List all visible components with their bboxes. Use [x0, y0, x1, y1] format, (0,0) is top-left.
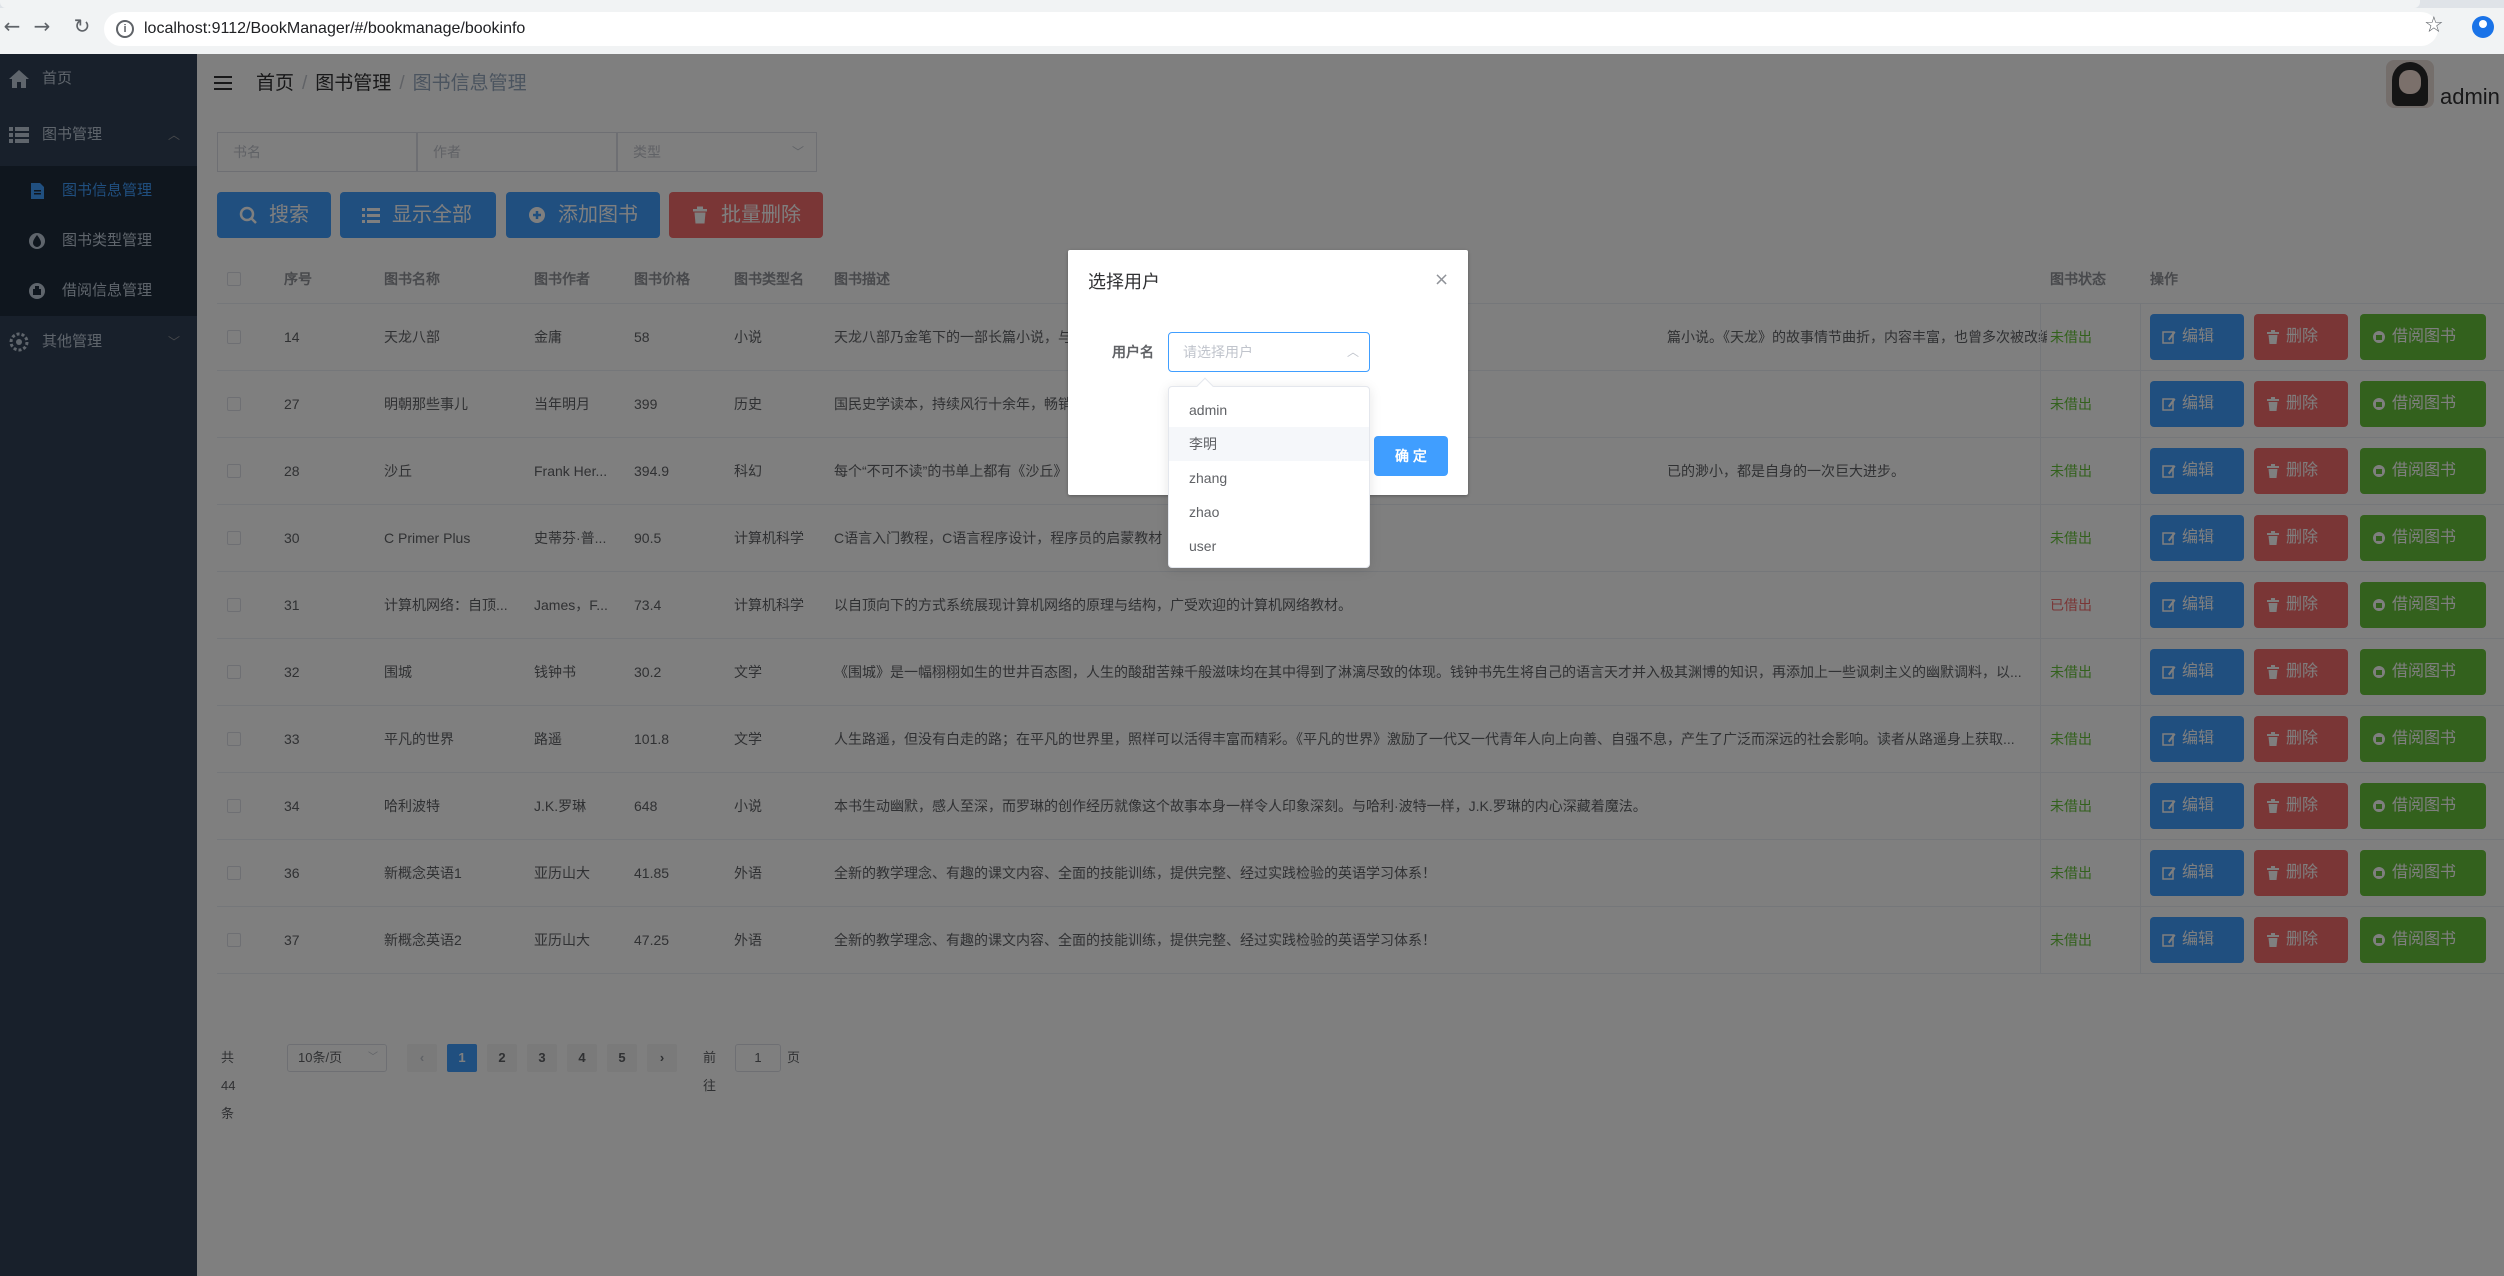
dialog-title: 选择用户 [1088, 272, 1160, 292]
reload-icon[interactable]: ↻ [70, 14, 94, 38]
username-label: 用户名 [1112, 344, 1154, 360]
dropdown-option[interactable]: user [1169, 529, 1369, 563]
modal-overlay[interactable] [0, 54, 2504, 1276]
username-dropdown: admin 李明 zhang zhao user [1168, 377, 1370, 568]
back-icon[interactable]: ← [0, 14, 24, 38]
site-info-icon[interactable]: i [116, 20, 134, 38]
username-select[interactable]: 请选择用户 ︿ [1168, 332, 1370, 372]
address-bar[interactable]: i localhost:9112/BookManager/#/bookmanag… [104, 12, 2438, 46]
dropdown-option[interactable]: 李明 [1169, 427, 1369, 461]
browser-tab[interactable] [0, 0, 2420, 8]
dropdown-option[interactable]: zhao [1169, 495, 1369, 529]
chevron-up-icon: ︿ [1346, 345, 1359, 359]
forward-icon[interactable]: → [30, 14, 54, 38]
close-icon[interactable]: × [1434, 268, 1449, 292]
profile-icon[interactable] [2472, 16, 2494, 38]
username-select-placeholder: 请选择用户 [1183, 344, 1253, 360]
tab-strip [0, 0, 2504, 8]
url-text[interactable]: localhost:9112/BookManager/#/bookmanage/… [144, 20, 525, 38]
browser-toolbar: ← → ↻ i localhost:9112/BookManager/#/boo… [0, 0, 2504, 54]
dropdown-option[interactable]: admin [1169, 393, 1369, 427]
dropdown-option[interactable]: zhang [1169, 461, 1369, 495]
confirm-button[interactable]: 确 定 [1374, 436, 1448, 476]
bookmark-star-icon[interactable]: ☆ [2424, 14, 2444, 38]
